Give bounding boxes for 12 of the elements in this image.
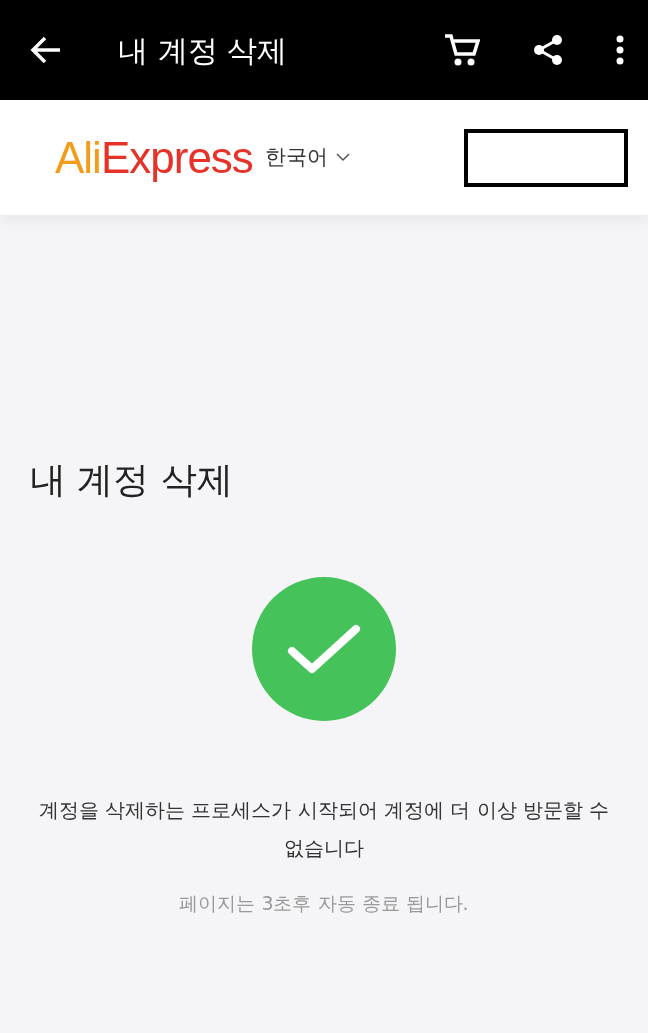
logo[interactable]: AliExpress bbox=[55, 124, 253, 191]
section-heading: 내 계정 삭제 bbox=[30, 458, 234, 502]
back-icon[interactable] bbox=[30, 35, 62, 65]
cart-icon[interactable] bbox=[444, 33, 480, 67]
check-icon bbox=[252, 577, 396, 721]
page-title: 내 계정 삭제 bbox=[118, 31, 288, 70]
more-icon[interactable] bbox=[616, 35, 624, 65]
status-message: 계정을 삭제하는 프로세스가 시작되어 계정에 더 이상 방문할 수 없습니다 bbox=[37, 797, 611, 862]
share-icon[interactable] bbox=[532, 34, 564, 66]
chevron-down-icon bbox=[335, 153, 350, 162]
close-notice: 페이지는 3초후 자동 종료 됩니다. bbox=[178, 891, 470, 916]
language-selector[interactable]: 한국어 bbox=[264, 141, 350, 174]
